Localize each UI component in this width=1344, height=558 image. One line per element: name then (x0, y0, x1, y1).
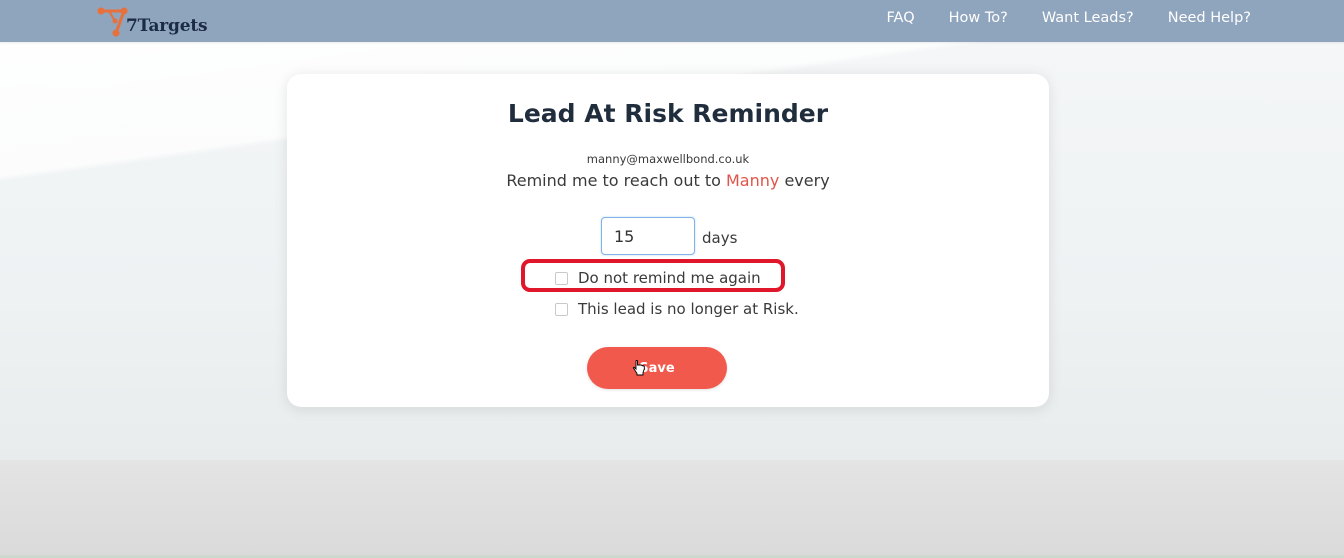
nav-want-leads[interactable]: Want Leads? (1042, 10, 1134, 30)
lead-email: manny@maxwellbond.co.uk (586, 152, 750, 166)
main-nav: FAQ How To? Want Leads? Need Help? (887, 10, 1251, 30)
days-input[interactable] (601, 217, 695, 255)
no-longer-at-risk-label: This lead is no longer at Risk. (578, 300, 799, 318)
nav-need-help[interactable]: Need Help? (1168, 10, 1251, 30)
nav-how-to[interactable]: How To? (949, 10, 1008, 30)
remind-suffix: every (784, 171, 830, 190)
nav-faq[interactable]: FAQ (887, 10, 915, 30)
save-button[interactable]: Save (587, 347, 727, 389)
remind-sentence: Remind me to reach out to Manny every (287, 171, 1049, 190)
no-longer-at-risk-checkbox[interactable] (555, 302, 568, 316)
remind-prefix: Remind me to reach out to (506, 171, 721, 190)
logo[interactable]: 7Targets (96, 5, 216, 39)
page-title: Lead At Risk Reminder (507, 99, 829, 128)
annotation-highlight-box (521, 259, 785, 292)
lead-name: Manny (726, 171, 780, 190)
days-label: days (702, 229, 738, 247)
hand-pointer-icon (633, 360, 645, 376)
background-footer-band (0, 460, 1344, 558)
no-longer-at-risk-option[interactable]: This lead is no longer at Risk. (555, 300, 799, 318)
reminder-card: Lead At Risk Reminder manny@maxwellbond.… (287, 74, 1049, 407)
logo-text: 7Targets (126, 16, 208, 36)
top-header: 7Targets FAQ How To? Want Leads? Need He… (0, 0, 1344, 42)
